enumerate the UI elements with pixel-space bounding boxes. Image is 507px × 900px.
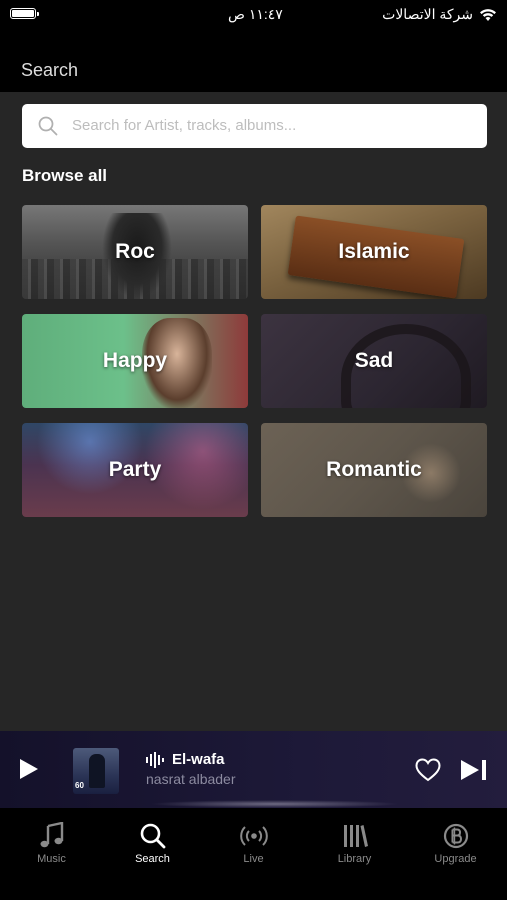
category-label: Happy bbox=[102, 349, 168, 372]
category-tile-sad[interactable]: Sad bbox=[261, 314, 487, 408]
wifi-icon bbox=[480, 8, 496, 21]
category-label: Roc bbox=[115, 240, 155, 263]
category-tile-happy[interactable]: Happy bbox=[22, 314, 248, 408]
category-label: Party bbox=[108, 458, 162, 481]
category-tile-roc[interactable]: Roc bbox=[22, 205, 248, 299]
search-placeholder: Search for Artist, tracks, albums... bbox=[72, 117, 297, 134]
music-note-icon bbox=[40, 822, 63, 848]
category-tile-islamic[interactable]: Islamic bbox=[261, 205, 487, 299]
audio-wave-icon bbox=[146, 752, 164, 768]
tab-search[interactable]: Search bbox=[102, 808, 203, 900]
skip-next-icon[interactable] bbox=[460, 759, 488, 781]
category-tile-party[interactable]: Party bbox=[22, 423, 248, 517]
category-label: Sad bbox=[354, 349, 394, 372]
tab-label: Library bbox=[337, 853, 372, 865]
artwork-badge: 60 bbox=[75, 781, 84, 790]
status-bar: ١١:٤٧ ص شركة الاتصالات bbox=[0, 0, 507, 30]
library-icon bbox=[343, 825, 368, 847]
tab-label: Music bbox=[37, 853, 66, 865]
play-button[interactable] bbox=[20, 759, 38, 779]
broadcast-icon bbox=[239, 826, 268, 846]
tab-library[interactable]: Library bbox=[304, 808, 405, 900]
tab-label: Search bbox=[135, 853, 170, 865]
heart-icon[interactable] bbox=[415, 758, 441, 782]
mini-player[interactable]: 60 El-wafa nasrat albader bbox=[0, 731, 507, 808]
header: Search bbox=[0, 30, 507, 92]
search-input[interactable]: Search for Artist, tracks, albums... bbox=[22, 104, 487, 148]
tab-bar: Music Search Live Library Upgrade bbox=[0, 808, 507, 900]
tab-label: Live bbox=[243, 853, 264, 865]
tab-upgrade[interactable]: Upgrade bbox=[405, 808, 506, 900]
page-title: Search bbox=[21, 60, 79, 80]
artwork-figure bbox=[89, 754, 105, 788]
status-time: ١١:٤٧ ص bbox=[228, 6, 283, 22]
search-icon bbox=[140, 823, 165, 849]
track-title: El-wafa bbox=[172, 751, 225, 768]
battery-icon bbox=[10, 8, 39, 19]
tab-label: Upgrade bbox=[434, 853, 477, 865]
category-label: Islamic bbox=[338, 240, 410, 263]
status-carrier-group: شركة الاتصالات bbox=[382, 6, 497, 23]
category-label: Romantic bbox=[326, 458, 422, 481]
album-artwork[interactable]: 60 bbox=[73, 748, 119, 794]
search-icon bbox=[38, 116, 58, 136]
browse-all-heading: Browse all bbox=[22, 166, 108, 185]
tab-live[interactable]: Live bbox=[203, 808, 304, 900]
upgrade-icon bbox=[443, 823, 468, 849]
player-glow bbox=[150, 800, 400, 808]
track-artist: nasrat albader bbox=[146, 771, 236, 787]
category-tile-romantic[interactable]: Romantic bbox=[261, 423, 487, 517]
carrier-name: شركة الاتصالات bbox=[382, 6, 473, 22]
tab-music[interactable]: Music bbox=[1, 808, 102, 900]
